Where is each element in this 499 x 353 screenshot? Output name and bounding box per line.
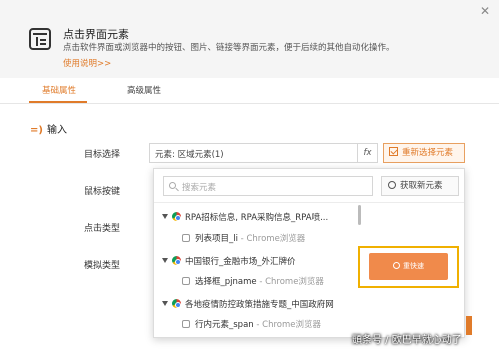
search-icon: [393, 262, 400, 269]
item-suffix: - Chrome浏览器: [237, 234, 306, 244]
item-suffix: - Chrome浏览器: [253, 320, 321, 330]
item-name: 列表项目_li: [195, 234, 238, 244]
close-icon[interactable]: ✕: [480, 4, 490, 18]
confirm-button-edge[interactable]: [466, 316, 472, 335]
element-icon: [182, 234, 190, 242]
list-scrollbar[interactable]: [358, 205, 361, 225]
expand-triangle-icon[interactable]: [162, 301, 168, 306]
get-new-element-button[interactable]: 获取新元素: [381, 176, 459, 196]
divider: [154, 202, 464, 203]
element-icon: [182, 277, 190, 285]
reselect-label: 重新选择元素: [402, 148, 454, 158]
input-section-heading: =) 输入: [30, 121, 67, 136]
dialog-description: 点击软件界面或浏览器中的按钮、图片、链接等界面元素，便于后续的其他自动化操作。: [63, 43, 395, 53]
section-title: 输入: [46, 125, 67, 136]
pick-button-label: 重快速: [403, 262, 424, 270]
active-tab-indicator: [29, 101, 87, 103]
search-icon: [169, 182, 176, 189]
checkbox-icon: [389, 147, 398, 156]
element-group[interactable]: RPA招标信息, RPA采购信息_RPA喷...: [162, 211, 328, 223]
group-title: 各地疫情防控政策措施专题_中国政府网: [185, 300, 334, 310]
element-group[interactable]: 各地疫情防控政策措施专题_中国政府网: [162, 298, 334, 310]
get-new-label: 获取新元素: [400, 181, 443, 191]
list-item[interactable]: 列表项目_li - Chrome浏览器: [182, 232, 305, 244]
element-window-icon: [29, 28, 51, 50]
group-title: 中国银行_金融市场_外汇牌价: [185, 257, 296, 267]
list-item[interactable]: 行内元素_span - Chrome浏览器: [182, 318, 321, 330]
capture-icon: [388, 181, 396, 189]
section-mark-icon: =): [30, 125, 43, 136]
chrome-icon: [172, 299, 181, 308]
tab-bar: 基础属性 高级属性: [0, 78, 499, 104]
expand-triangle-icon[interactable]: [162, 258, 168, 263]
element-group[interactable]: 中国银行_金融市场_外汇牌价: [162, 255, 296, 267]
pick-element-button[interactable]: 重快速: [369, 253, 448, 280]
dialog-header: 点击界面元素 点击软件界面或浏览器中的按钮、图片、链接等界面元素，便于后续的其他…: [0, 0, 499, 78]
list-item[interactable]: 选择框_pjname - Chrome浏览器: [182, 275, 324, 287]
chrome-icon: [172, 212, 181, 221]
search-placeholder: 搜索元素: [182, 183, 217, 193]
tab-basic-properties[interactable]: 基础属性: [42, 84, 76, 96]
item-suffix: - Chrome浏览器: [256, 277, 324, 287]
target-select-label: 目标选择: [84, 150, 121, 160]
chrome-icon: [172, 256, 181, 265]
mouse-button-label: 鼠标按键: [84, 187, 121, 197]
expand-triangle-icon[interactable]: [162, 214, 168, 219]
group-title: RPA招标信息, RPA采购信息_RPA喷...: [185, 213, 329, 223]
item-name: 行内元素_span: [195, 320, 254, 330]
reselect-element-button[interactable]: 重新选择元素: [383, 143, 465, 163]
watermark: 頭条号 / 欧巴早就心动了: [352, 335, 462, 346]
click-type-label: 点击类型: [84, 224, 121, 234]
fx-button[interactable]: fx: [358, 143, 378, 163]
help-link[interactable]: 使用说明>>: [63, 57, 111, 69]
dialog-title: 点击界面元素: [63, 28, 129, 41]
element-search-input[interactable]: 搜索元素: [163, 176, 373, 196]
target-element-field[interactable]: 元素: 区域元素(1): [149, 143, 358, 163]
tab-advanced-properties[interactable]: 高级属性: [127, 84, 161, 96]
item-name: 选择框_pjname: [195, 277, 257, 287]
simulate-type-label: 模拟类型: [84, 261, 121, 271]
element-icon: [182, 320, 190, 328]
